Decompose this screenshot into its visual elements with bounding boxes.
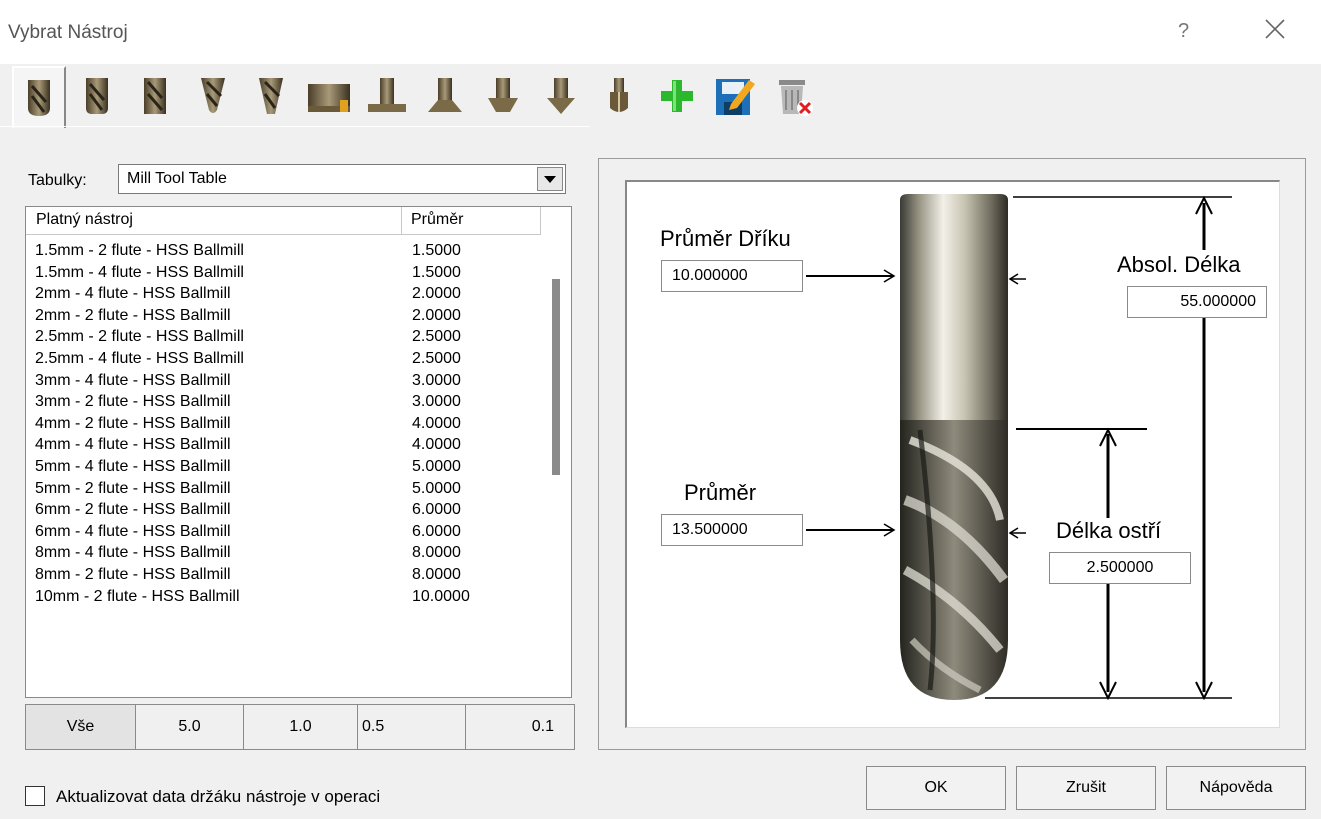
help-button[interactable]: Nápověda [1166, 766, 1306, 810]
tool-diagram [806, 194, 1232, 701]
diameter-field[interactable]: 13.500000 [661, 514, 803, 546]
flute-length-label: Délka ostří [1056, 518, 1162, 543]
diameter-label: Průměr [684, 480, 757, 505]
ok-button[interactable]: OK [866, 766, 1006, 810]
ballmill-image [900, 194, 1009, 700]
overall-length-field[interactable]: 55.000000 [1127, 286, 1267, 318]
cancel-button[interactable]: Zrušit [1016, 766, 1156, 810]
shank-diameter-label: Průměr Dříku [660, 226, 791, 251]
overall-length-label: Absol. Délka [1117, 252, 1241, 277]
shank-diameter-field[interactable]: 10.000000 [661, 260, 803, 292]
flute-length-field[interactable]: 2.500000 [1049, 552, 1191, 584]
